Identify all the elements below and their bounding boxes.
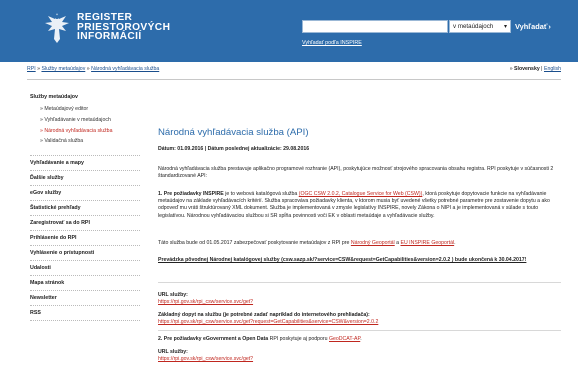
service-url-link[interactable]: https://rpi.gov.sk/rpi_csw/service.svc/g… [158, 299, 253, 305]
divider [158, 282, 561, 283]
logo-text: REGISTER PRIESTOROVÝCH INFORMÁCIÍ [77, 13, 170, 42]
arrow-right-icon: › [548, 22, 551, 31]
sidebar-item-egov[interactable]: eGov služby [30, 186, 140, 202]
sidebar-item-other-services[interactable]: Ďalšie služby [30, 171, 140, 187]
breadcrumb-separator: » [37, 66, 40, 72]
geodcat-link[interactable]: GeoDCAT-AP [329, 336, 360, 342]
csw-link[interactable]: (OGC CSW 2.0.2, Catalogue Service for We… [299, 191, 423, 197]
advanced-search-link[interactable]: Vyhľadať podľa INSPIRE [302, 40, 362, 46]
logo[interactable]: REGISTER PRIESTOROVÝCH INFORMÁCIÍ [44, 7, 190, 51]
search-button[interactable]: Vyhľadať› [515, 19, 560, 34]
logo-line: INFORMÁCIÍ [77, 31, 142, 43]
sidebar-item-sitemap[interactable]: Mapa stránok [30, 276, 140, 292]
breadcrumb-separator: » [509, 66, 513, 72]
intro-paragraph: Národná vyhľadávacia služba prestavuje a… [158, 166, 554, 180]
language-current: Slovensky [514, 66, 540, 72]
url-label: URL služby: [158, 292, 188, 298]
sidebar-item-login[interactable]: Prihlásenie do RPI [30, 231, 140, 247]
search-scope-select[interactable]: v metaúdajoch ▾ [449, 20, 511, 33]
language-english-link[interactable]: English [544, 66, 561, 72]
sidebar-item-statistics[interactable]: Štatistické prehľady [30, 201, 140, 217]
divider [27, 79, 561, 80]
paragraph-lead: 1. Pre požiadavky INSPIRE [158, 191, 224, 197]
paragraph-text: je to webová katalógová služba [223, 191, 299, 197]
sidebar-subitem-label: Vyhľadávanie v metaúdajoch [44, 116, 111, 123]
language-switch: » Slovensky | English [509, 66, 561, 72]
sidebar-item-metadata-services[interactable]: Služby metaúdajov [30, 90, 78, 105]
search-input[interactable] [302, 20, 448, 33]
sidebar-nav: Služby metaúdajov » Metaúdajový editor »… [30, 90, 140, 322]
service-url-link[interactable]: https://rpi.gov.sk/rpi_csw/service.svc/g… [158, 356, 253, 362]
sidebar-subitem-label: Metaúdajový editor [44, 106, 89, 112]
sidebar-subitem-label: Národná vyhľadávacia služba [44, 127, 113, 134]
getcapabilities-link[interactable]: https://rpi.gov.sk/rpi_csw/service.svc/g… [158, 319, 378, 325]
breadcrumb-separator: » [86, 66, 90, 72]
breadcrumb-link[interactable]: Národná vyhľadávacia služba [91, 66, 159, 72]
sidebar-section-metadata: Služby metaúdajov » Metaúdajový editor »… [30, 90, 140, 157]
search-scope-value: v metaúdajoch [453, 23, 494, 30]
breadcrumb-link[interactable]: RPI [27, 66, 36, 72]
breadcrumb-bar: RPI » Služby metaúdajov » Národná vyhľad… [27, 66, 561, 75]
sidebar-subitem-search[interactable]: » Vyhľadávanie v metaúdajoch [30, 115, 140, 126]
url-label: URL služby: [158, 349, 188, 355]
sidebar-item-register[interactable]: Zaregistrovať sa do RPI [30, 216, 140, 232]
breadcrumb-link[interactable]: Služby metaúdajov [41, 66, 85, 72]
deprecation-notice: Prevádzka pôvodnej Národnej katalógovej … [158, 257, 558, 264]
sidebar-subitem-editor[interactable]: » Metaúdajový editor [30, 104, 140, 115]
page-title: Národná vyhľadávacia služba (API) [158, 127, 309, 138]
chevron-down-icon: ▾ [503, 24, 507, 30]
sidebar-item-search-maps[interactable]: Vyhľadávanie a mapy [30, 156, 140, 172]
deprecation-link[interactable]: Prevádzka pôvodnej Národnej katalógovej … [158, 257, 526, 263]
sidebar-item-accessibility[interactable]: Vyhlásenie o prístupnosti [30, 246, 140, 262]
egov-paragraph: 2. Pre požiadavky eGovernment a Open Dat… [158, 336, 558, 343]
site-header: REGISTER PRIESTOROVÝCH INFORMÁCIÍ v meta… [0, 0, 578, 62]
paragraph-text: RPI poskytuje aj podporu [268, 336, 329, 342]
paragraph-text: . [454, 240, 456, 246]
page-dates: Dátum: 01.09.2016 | Dátum poslednej aktu… [158, 146, 310, 152]
national-geoportal-link[interactable]: Národný Geoportál [351, 240, 395, 246]
sidebar-subitem-national-search[interactable]: » Národná vyhľadávacia služba [30, 126, 140, 137]
sidebar-item-newsletter[interactable]: Newsletter [30, 291, 140, 307]
eu-geoportal-link[interactable]: EU INSPIRE Geoportál [400, 240, 454, 246]
eagle-logo-icon [45, 13, 69, 43]
divider [158, 330, 561, 331]
search-button-label: Vyhľadať [515, 22, 548, 31]
sidebar-item-events[interactable]: Udalosti [30, 261, 140, 277]
sidebar-item-rss[interactable]: RSS [30, 306, 140, 322]
basic-request-label: Základný dopyt na službu (je potrebné za… [158, 312, 370, 318]
paragraph-text: . [360, 336, 362, 342]
paragraph-text: Táto služba bude od 01.05.2017 zabezpečo… [158, 240, 351, 246]
sidebar-subitem-label: Validačná služba [44, 138, 84, 145]
breadcrumb: RPI » Služby metaúdajov » Národná vyhľad… [27, 66, 159, 72]
sidebar-subitem-validation[interactable]: » Validačná služba [30, 136, 140, 147]
inspire-paragraph: 1. Pre požiadavky INSPIRE je to webová k… [158, 191, 558, 220]
geoportal-paragraph: Táto služba bude od 01.05.2017 zabezpečo… [158, 240, 558, 247]
paragraph-lead: 2. Pre požiadavky eGovernment a Open Dat… [158, 336, 269, 342]
